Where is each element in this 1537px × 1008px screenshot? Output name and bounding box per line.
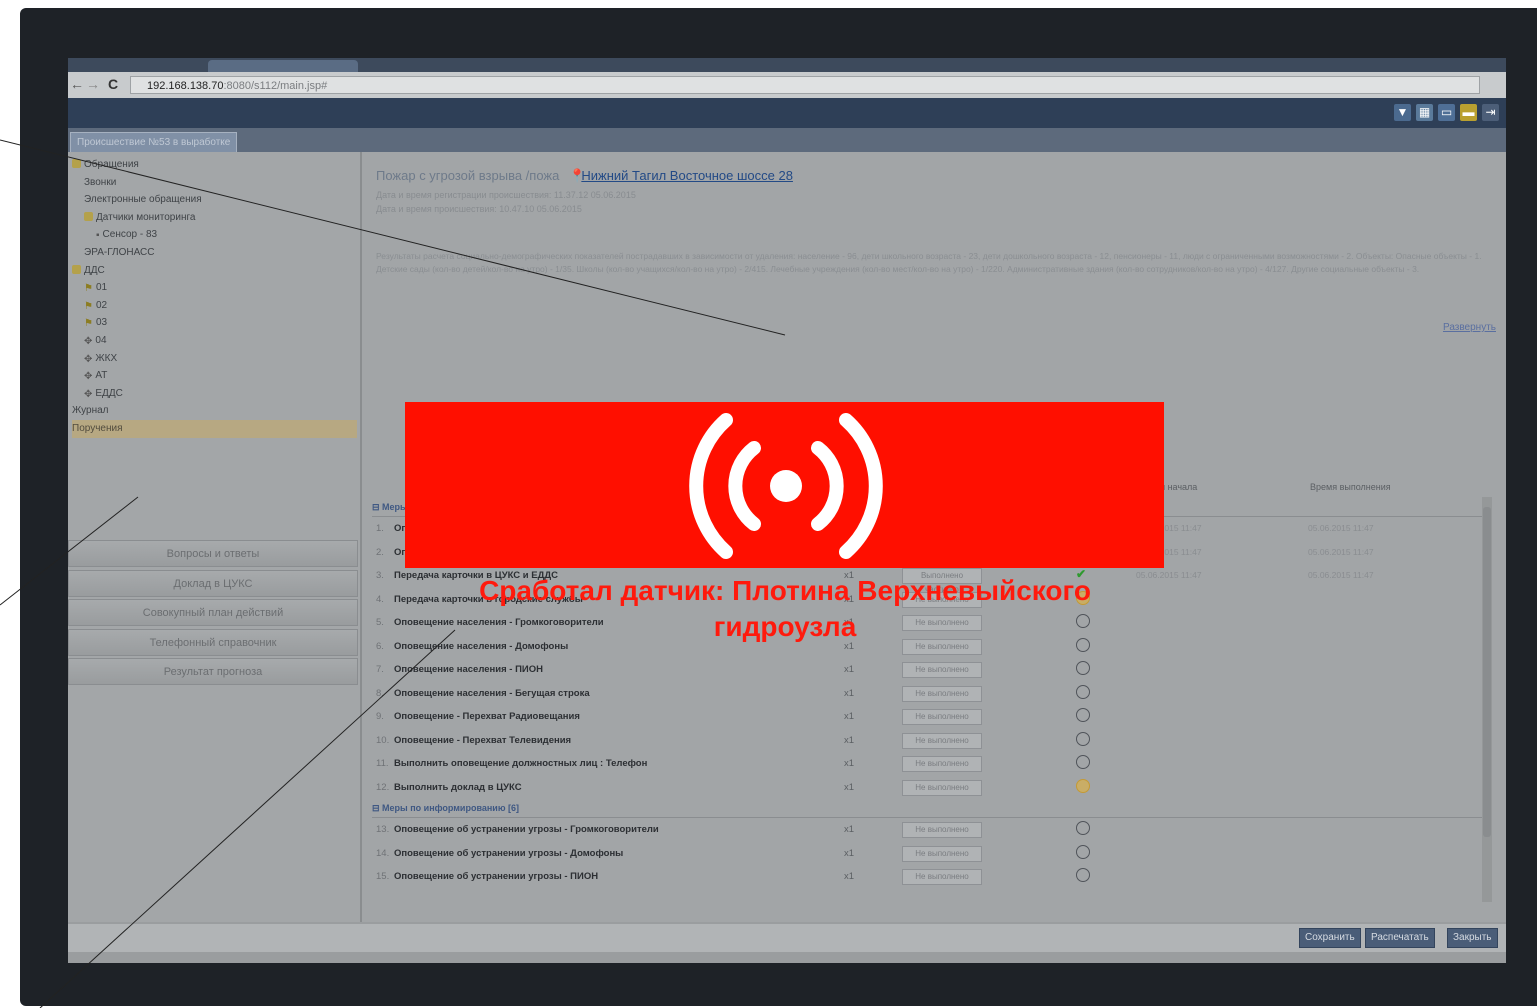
annotation-lines (0, 139, 786, 1008)
annotation-line (39, 629, 456, 1008)
annotation-line (0, 139, 786, 336)
annotation-line (0, 496, 139, 606)
